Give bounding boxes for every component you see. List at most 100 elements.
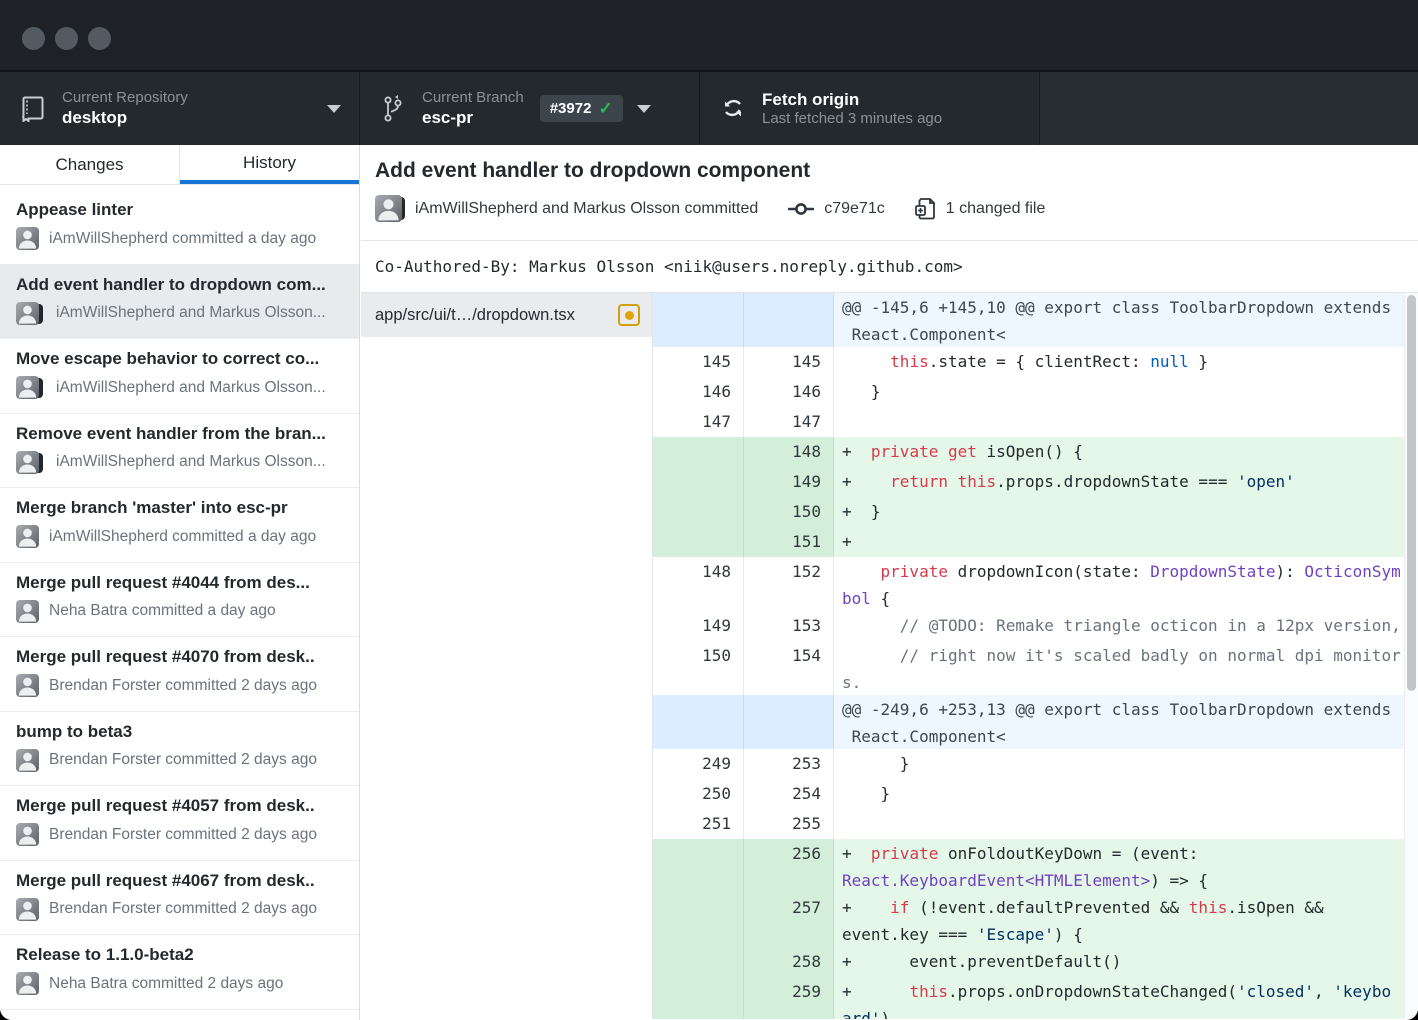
- new-line-number: 145: [744, 347, 834, 377]
- commit-item-byline: Brendan Forster committed 2 days ago: [16, 749, 345, 772]
- new-line-number: 147: [744, 407, 834, 437]
- commit-item-title: Merge pull request #4057 from desk..: [16, 796, 345, 816]
- commit-item[interactable]: Merge pull request #4044 from des...Neha…: [0, 563, 359, 638]
- commit-item[interactable]: Add event handler to dropdown com...iAmW…: [0, 265, 359, 340]
- diff-row-ctx: 149153 // @TODO: Remake triangle octicon…: [653, 611, 1418, 641]
- old-line-number: [653, 977, 744, 1019]
- fetch-origin-button[interactable]: Fetch origin Last fetched 3 minutes ago: [700, 72, 1040, 145]
- diff-row-add: 151+: [653, 527, 1418, 557]
- changed-files-count: 1 changed file: [946, 200, 1046, 218]
- commit-item[interactable]: Merge branch 'master' into esc-priAmWill…: [0, 488, 359, 563]
- diff-code: + event.preventDefault(): [834, 947, 1418, 977]
- avatar: [16, 972, 39, 995]
- app-window: Current Repository desktop Current Branc…: [0, 0, 1418, 1020]
- new-line-number: 257: [744, 893, 834, 947]
- chevron-down-icon: [327, 105, 341, 113]
- new-line-number: [744, 695, 834, 749]
- diff-row-ctx: 150154 // right now it's scaled badly on…: [653, 641, 1418, 695]
- scrollbar-thumb[interactable]: [1407, 295, 1416, 691]
- sync-icon: [720, 97, 746, 121]
- diff-row-ctx: 146146 }: [653, 377, 1418, 407]
- commit-item-title: Move escape behavior to correct co...: [16, 349, 345, 369]
- old-line-number: 145: [653, 347, 744, 377]
- diff-row-add: 149+ return this.props.dropdownState ===…: [653, 467, 1418, 497]
- diff-code: private dropdownIcon(state: DropdownStat…: [834, 557, 1418, 611]
- commit-icon: [788, 201, 814, 217]
- diff-scrollbar[interactable]: [1404, 293, 1418, 1019]
- commit-item-byline: Neha Batra committed 2 days ago: [16, 972, 345, 995]
- diff-code: + return this.props.dropdownState === 'o…: [834, 467, 1418, 497]
- current-branch-button[interactable]: Current Branch esc-pr #3972 ✓: [360, 72, 700, 145]
- new-line-number: 254: [744, 779, 834, 809]
- commit-item-byline: iAmWillShepherd and Markus Olsson...: [16, 376, 345, 399]
- history-sidebar: Changes History Appease linteriAmWillShe…: [0, 145, 360, 1020]
- repository-name: desktop: [62, 107, 188, 128]
- diff-row-add: 150+ }: [653, 497, 1418, 527]
- diff-row-add: 258+ event.preventDefault(): [653, 947, 1418, 977]
- diff-code: + this.props.onDropdownStateChanged('clo…: [834, 977, 1418, 1019]
- diff-code: // @TODO: Remake triangle octicon in a 1…: [834, 611, 1418, 641]
- commit-item[interactable]: Merge pull request #4057 from desk.. Bren…: [0, 786, 359, 861]
- sidebar-tabs: Changes History: [0, 145, 359, 185]
- diff-row-hunk: @@ -249,6 +253,13 @@ export class Toolba…: [653, 695, 1418, 749]
- diff-code: + }: [834, 497, 1418, 527]
- avatar: [16, 674, 39, 697]
- commit-item-byline: iAmWillShepherd and Markus Olsson...: [16, 302, 345, 325]
- old-line-number: [653, 497, 744, 527]
- minimize-window-button[interactable]: [55, 27, 78, 50]
- diff-row-hunk: @@ -145,6 +145,10 @@ export class Toolba…: [653, 293, 1418, 347]
- commit-item-byline: Brendan Forster committed 2 days ago: [16, 823, 345, 846]
- avatar: [375, 195, 405, 222]
- commit-item-title: Merge pull request #4070 from desk..: [16, 647, 345, 667]
- fetch-sublabel: Last fetched 3 minutes ago: [762, 110, 942, 129]
- commit-item-title: Release to 1.1.0-beta2: [16, 945, 345, 965]
- diff-row-add: 259+ this.props.onDropdownStateChanged('…: [653, 977, 1418, 1019]
- commit-item-title: Merge pull request #4044 from des...: [16, 573, 345, 593]
- close-window-button[interactable]: [22, 27, 45, 50]
- commit-item[interactable]: Move escape behavior to correct co... iAm…: [0, 339, 359, 414]
- commit-sha[interactable]: c79e71c: [824, 200, 885, 218]
- diff-row-ctx: 147147: [653, 407, 1418, 437]
- new-line-number: 256: [744, 839, 834, 893]
- new-line-number: 153: [744, 611, 834, 641]
- old-line-number: [653, 437, 744, 467]
- commit-item[interactable]: Release to 1.1.0-beta2 Neha Batra committ…: [0, 935, 359, 1010]
- diff-row-ctx: 251255: [653, 809, 1418, 839]
- diff-row-ctx: 250254 }: [653, 779, 1418, 809]
- diff-code: @@ -249,6 +253,13 @@ export class Toolba…: [834, 695, 1418, 749]
- diff-code: }: [834, 779, 1418, 809]
- current-repository-button[interactable]: Current Repository desktop: [0, 72, 360, 145]
- modified-status-icon: [618, 304, 640, 326]
- commit-item[interactable]: bump to beta3Brendan Forster committed 2…: [0, 712, 359, 787]
- diff-code: this.state = { clientRect: null }: [834, 347, 1418, 377]
- changed-files-panel: app/src/ui/t…/dropdown.tsx: [361, 293, 653, 1019]
- diff-code: + private get isOpen() {: [834, 437, 1418, 467]
- commit-item[interactable]: Appease linteriAmWillShepherd committed …: [0, 190, 359, 265]
- new-line-number: 151: [744, 527, 834, 557]
- commit-item-byline: iAmWillShepherd and Markus Olsson...: [16, 451, 345, 474]
- old-line-number: [653, 293, 744, 347]
- commit-item[interactable]: Merge pull request #4067 from desk..Bren…: [0, 861, 359, 936]
- new-line-number: 152: [744, 557, 834, 611]
- diff-view: @@ -145,6 +145,10 @@ export class Toolba…: [653, 293, 1418, 1019]
- commit-item-byline: Brendan Forster committed 2 days ago: [16, 674, 345, 697]
- tab-changes[interactable]: Changes: [0, 145, 180, 184]
- new-line-number: 148: [744, 437, 834, 467]
- old-line-number: [653, 695, 744, 749]
- repo-icon: [20, 96, 46, 122]
- commit-item[interactable]: Merge pull request #4070 from desk.. Bren…: [0, 637, 359, 712]
- pr-number: #3972: [550, 100, 592, 117]
- commit-authors: iAmWillShepherd and Markus Olsson commit…: [415, 200, 758, 218]
- old-line-number: [653, 839, 744, 893]
- commit-item[interactable]: Merge pull request #4072 from des...: [0, 1010, 359, 1020]
- commit-description: Co-Authored-By: Markus Olsson <niik@user…: [361, 241, 1418, 293]
- chevron-down-icon: [637, 105, 651, 113]
- file-list-item[interactable]: app/src/ui/t…/dropdown.tsx: [361, 293, 652, 337]
- commit-item-title: Merge pull request #4067 from desk..: [16, 871, 345, 891]
- diff-code: + if (!event.defaultPrevented && this.is…: [834, 893, 1418, 947]
- commit-item[interactable]: Remove event handler from the bran...iAm…: [0, 414, 359, 489]
- zoom-window-button[interactable]: [88, 27, 111, 50]
- old-line-number: [653, 467, 744, 497]
- commit-list: Appease linteriAmWillShepherd committed …: [0, 185, 359, 1020]
- tab-history[interactable]: History: [180, 145, 359, 184]
